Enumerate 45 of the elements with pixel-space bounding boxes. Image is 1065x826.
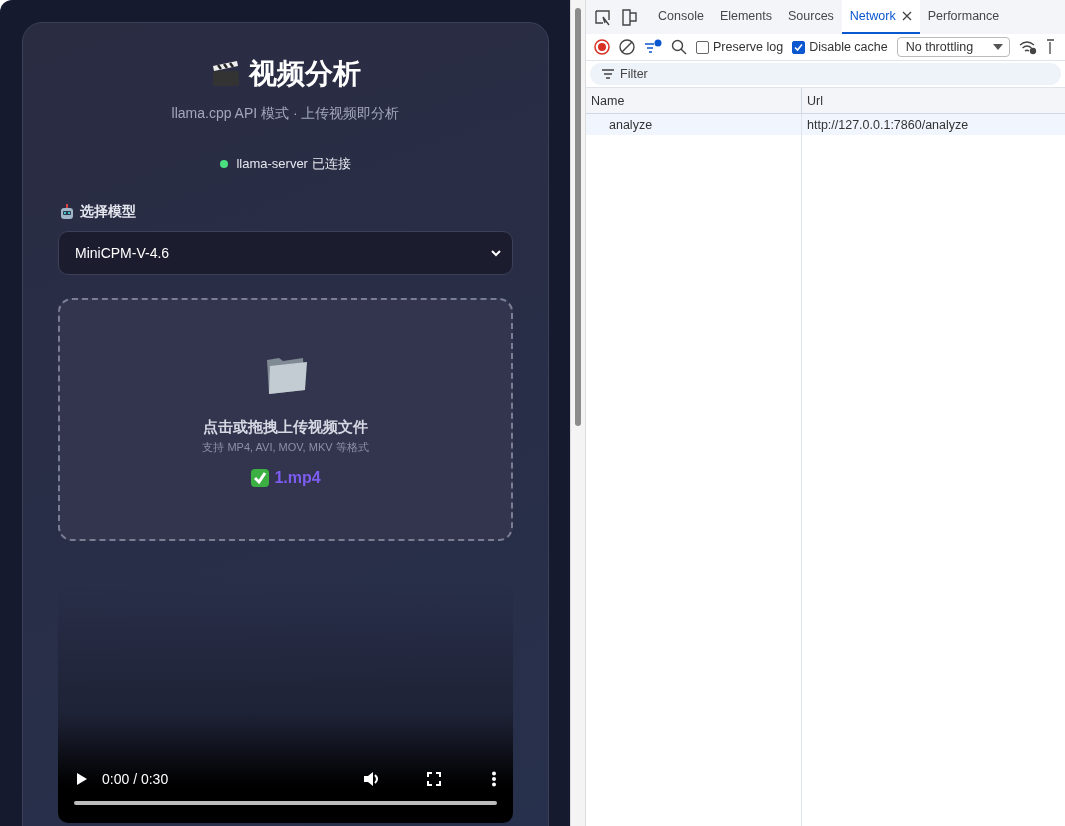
clear-icon[interactable]	[619, 39, 635, 55]
chevron-icon	[490, 247, 502, 259]
video-time: 0:00 / 0:30	[102, 771, 170, 787]
filter-icon[interactable]	[644, 39, 662, 55]
fullscreen-icon[interactable]	[427, 772, 441, 786]
column-header[interactable]: Url	[802, 88, 1065, 114]
clapperboard-icon	[210, 60, 241, 88]
preserve-log-checkbox[interactable]: Preserve log	[696, 40, 784, 54]
filter-lines-icon	[602, 69, 614, 79]
request-url[interactable]: http://127.0.0.1:7860/analyze	[802, 114, 1065, 135]
upload-icon[interactable]	[1045, 39, 1054, 55]
wifi-settings-icon[interactable]	[1018, 39, 1037, 55]
devtools-tab[interactable]: Sources	[780, 0, 842, 34]
volume-icon[interactable]	[363, 771, 381, 787]
filter-placeholder: Filter	[620, 67, 648, 81]
devtools-tab[interactable]: Elements	[711, 0, 780, 34]
more-icon[interactable]	[491, 771, 497, 787]
throttling-select[interactable]: No throttling	[896, 37, 1010, 57]
devtools-tab[interactable]: Performance	[919, 0, 1008, 34]
robot-icon	[58, 203, 76, 221]
checkbox[interactable]	[792, 40, 806, 54]
column-header[interactable]: Name	[586, 88, 802, 114]
upload-prompt: 点击或拖拽上传视频文件	[203, 418, 368, 437]
devtools-tab[interactable]: Network	[841, 0, 920, 34]
scrollbar-thumb[interactable]	[575, 8, 581, 426]
check-icon	[250, 468, 271, 488]
progress-track[interactable]	[74, 801, 497, 805]
disable-cache-checkbox[interactable]: Disable cache	[792, 40, 888, 54]
subtitle: llama.cpp API 模式 · 上传视频即分析	[170, 105, 401, 123]
search-icon[interactable]	[671, 39, 687, 55]
caret-icon	[992, 44, 1003, 50]
status-text: llama-server 已连接	[236, 155, 351, 173]
upload-dropzone[interactable]: 点击或拖拽上传视频文件 支持 MP4, AVI, MOV, MKV 等格式 1.mp4	[58, 298, 513, 541]
checkbox[interactable]	[696, 40, 709, 54]
page-title: 视频分析	[248, 57, 361, 91]
upload-hint: 支持 MP4, AVI, MOV, MKV 等格式	[202, 440, 369, 455]
close-icon[interactable]	[901, 11, 912, 21]
file-name: 1.mp4	[274, 469, 321, 487]
request-name[interactable]: analyze	[586, 114, 802, 135]
play-icon[interactable]	[74, 772, 88, 786]
record-icon[interactable]	[594, 39, 610, 55]
devtools-tab[interactable]: Console	[650, 0, 712, 34]
filter-field[interactable]: Filter	[590, 63, 1061, 85]
model-select[interactable]: MiniCPM-V-4.6	[58, 231, 513, 275]
model-label: 选择模型	[80, 203, 136, 221]
